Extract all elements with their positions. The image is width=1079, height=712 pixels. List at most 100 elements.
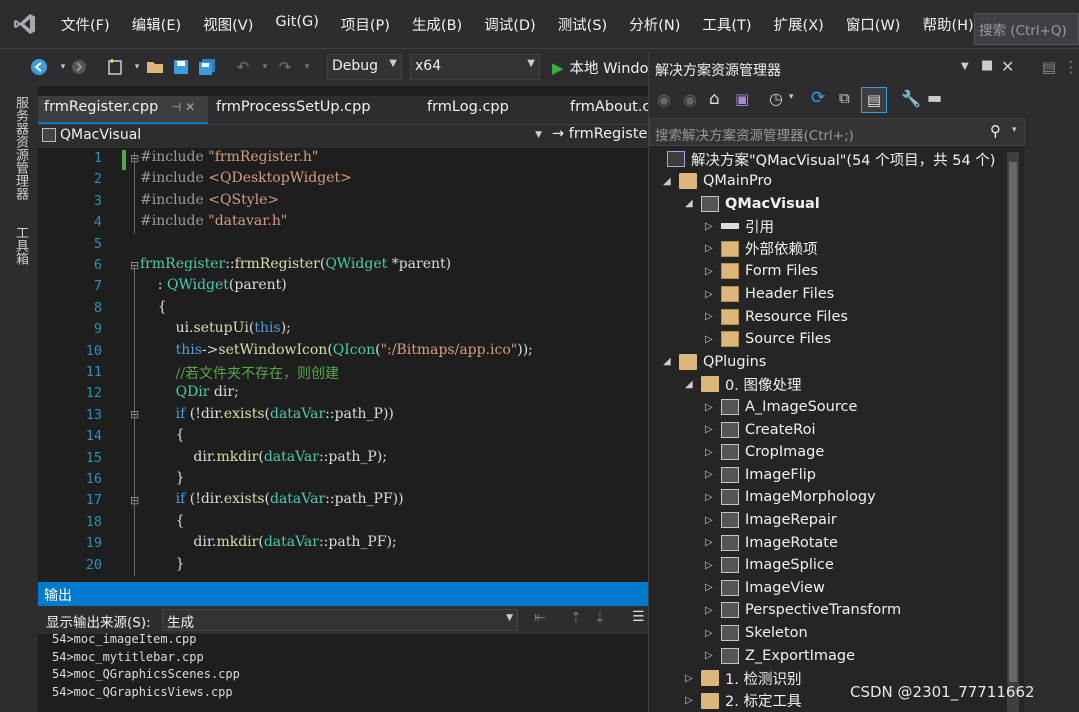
sync-icon[interactable]: ⟳ bbox=[811, 88, 825, 108]
quick-search-input[interactable]: 搜索 (Ctrl+Q) bbox=[974, 13, 1079, 45]
expanded-arrow-icon[interactable]: ◢ bbox=[663, 176, 677, 187]
save-all-icon[interactable] bbox=[196, 56, 218, 78]
fold-toggle-icon[interactable]: ⊟ bbox=[130, 494, 139, 507]
pin-close-icon[interactable]: ⊣ ✕ bbox=[171, 100, 195, 114]
new-project-icon[interactable] bbox=[104, 56, 126, 78]
properties-icon[interactable]: 🔧 bbox=[901, 89, 921, 108]
tree-item[interactable]: ▷ Form Files bbox=[705, 260, 818, 282]
collapsed-arrow-icon[interactable]: ▷ bbox=[705, 424, 719, 435]
redo-dropdown-icon[interactable]: ▾ bbox=[296, 56, 318, 78]
collapsed-arrow-icon[interactable]: ▷ bbox=[705, 628, 719, 639]
open-folder-icon[interactable] bbox=[144, 56, 166, 78]
fold-toggle-icon[interactable]: ⊟ bbox=[130, 408, 139, 421]
collapse-all-icon[interactable]: ⧉ bbox=[839, 89, 850, 107]
start-debug-button[interactable]: ▶ 本地 Windo bbox=[552, 57, 648, 78]
tab-frmregister[interactable]: frmRegister.cpp ⊣ ✕ bbox=[38, 96, 208, 124]
collapsed-arrow-icon[interactable]: ▷ bbox=[705, 311, 719, 322]
menu-item[interactable]: 编辑(E) bbox=[121, 14, 192, 35]
menu-item[interactable]: 测试(S) bbox=[547, 14, 619, 35]
redo-icon[interactable]: ↷ bbox=[274, 56, 296, 78]
output-source-select[interactable]: 生成 ▼ bbox=[162, 609, 518, 631]
platform-select[interactable]: x64 ▼ bbox=[410, 54, 540, 80]
search-options-icon[interactable]: ▾ bbox=[1012, 125, 1017, 135]
fold-toggle-icon[interactable]: ⊟ bbox=[130, 152, 139, 165]
toolbar-overflow-icon[interactable]: ▤ bbox=[1038, 56, 1060, 78]
collapsed-arrow-icon[interactable]: ▷ bbox=[705, 243, 719, 254]
collapsed-arrow-icon[interactable]: ▷ bbox=[685, 695, 699, 706]
menu-item[interactable]: 调试(D) bbox=[473, 14, 546, 35]
collapsed-arrow-icon[interactable]: ▷ bbox=[705, 334, 719, 345]
expanded-arrow-icon[interactable]: ◢ bbox=[685, 198, 699, 209]
menu-item[interactable]: 工具(T) bbox=[691, 14, 762, 35]
collapsed-arrow-icon[interactable]: ▷ bbox=[705, 582, 719, 593]
tree-item[interactable]: ▷ 2. 标定工具 bbox=[685, 690, 801, 712]
collapsed-arrow-icon[interactable]: ▷ bbox=[705, 402, 719, 413]
tree-item[interactable]: ▷ 1. 检测识别 bbox=[685, 667, 801, 689]
tab-frmabout[interactable]: frmAbout.c bbox=[564, 96, 650, 124]
server-explorer-tab[interactable]: 服务器资源管理器 bbox=[10, 96, 28, 200]
configuration-select[interactable]: Debug ▼ bbox=[327, 54, 402, 80]
tab-frmlog[interactable]: frmLog.cpp bbox=[421, 96, 509, 124]
member-select[interactable]: → frmRegiste bbox=[552, 126, 647, 142]
collapsed-arrow-icon[interactable]: ▷ bbox=[685, 673, 699, 684]
toolbar-options-icon[interactable]: ⋮ bbox=[1060, 56, 1079, 78]
search-icon[interactable]: ⚲ bbox=[990, 122, 1001, 140]
menu-item[interactable]: 窗口(W) bbox=[835, 14, 912, 35]
solution-node[interactable]: 解决方案"QMacVisual"(54 个项目，共 54 个) bbox=[665, 148, 995, 170]
undo-icon[interactable]: ↶ bbox=[232, 56, 254, 78]
tree-item[interactable]: ▷ 引用 bbox=[705, 215, 774, 237]
tree-item[interactable]: ▷ ImageView bbox=[705, 577, 825, 599]
tree-item[interactable]: ▷ CropImage bbox=[705, 441, 824, 463]
visual-studio-logo-icon[interactable] bbox=[0, 0, 50, 48]
forward-icon[interactable] bbox=[68, 56, 90, 78]
toolbox-tab[interactable]: 工具箱 bbox=[10, 226, 28, 265]
next-message-icon[interactable]: ⇣ bbox=[594, 610, 606, 626]
window-position-icon[interactable]: ▼ bbox=[961, 61, 969, 72]
expanded-arrow-icon[interactable]: ◢ bbox=[685, 379, 699, 390]
collapsed-arrow-icon[interactable]: ▷ bbox=[705, 560, 719, 571]
tree-item[interactable]: ▷ ImageMorphology bbox=[705, 486, 876, 508]
tree-item[interactable]: ▷ Z_ExportImage bbox=[705, 645, 855, 667]
collapsed-arrow-icon[interactable]: ▷ bbox=[705, 447, 719, 458]
collapsed-arrow-icon[interactable]: ▷ bbox=[705, 650, 719, 661]
tree-item[interactable]: ▷ Skeleton bbox=[705, 622, 808, 644]
tree-item[interactable]: ◢ QMacVisual bbox=[685, 193, 820, 215]
maximize-icon[interactable]: ■ bbox=[981, 58, 993, 73]
tree-item[interactable]: ▷ A_ImageSource bbox=[705, 396, 857, 418]
save-icon[interactable] bbox=[170, 56, 192, 78]
preview-icon[interactable]: ▬ bbox=[927, 88, 942, 107]
forward-icon[interactable]: ◉ bbox=[683, 90, 697, 109]
tree-item[interactable]: ▷ ImageFlip bbox=[705, 464, 816, 486]
prev-message-icon[interactable]: ⇡ bbox=[570, 610, 582, 626]
menu-item[interactable]: 视图(V) bbox=[192, 14, 264, 35]
pending-changes-icon[interactable]: ◷ bbox=[769, 89, 783, 108]
expanded-arrow-icon[interactable]: ◢ bbox=[663, 356, 677, 367]
clear-all-icon[interactable]: ☰ bbox=[632, 609, 645, 625]
menu-item[interactable]: 扩展(X) bbox=[763, 14, 835, 35]
menu-item[interactable]: 生成(B) bbox=[401, 14, 473, 35]
tree-item[interactable]: ▷ ImageRotate bbox=[705, 532, 838, 554]
show-all-files-icon[interactable]: ▤ bbox=[861, 87, 887, 113]
collapsed-arrow-icon[interactable]: ▷ bbox=[705, 266, 719, 277]
tree-item[interactable]: ▷ ImageRepair bbox=[705, 509, 837, 531]
find-message-icon[interactable]: ⇤ bbox=[534, 610, 546, 626]
tree-item[interactable]: ▷ Header Files bbox=[705, 283, 834, 305]
solution-scrollbar[interactable] bbox=[1007, 152, 1019, 712]
menu-item[interactable]: 项目(P) bbox=[330, 14, 401, 35]
menu-item[interactable]: 分析(N) bbox=[618, 14, 691, 35]
back-icon[interactable] bbox=[28, 56, 50, 78]
solution-search-input[interactable]: 搜索解决方案资源管理器(Ctrl+;) ⚲ ▾ bbox=[649, 118, 1025, 146]
collapsed-arrow-icon[interactable]: ▷ bbox=[705, 221, 719, 232]
collapsed-arrow-icon[interactable]: ▷ bbox=[705, 605, 719, 616]
collapsed-arrow-icon[interactable]: ▷ bbox=[705, 537, 719, 548]
tree-item[interactable]: ◢ QPlugins bbox=[663, 351, 766, 373]
tree-item[interactable]: ▷ Source Files bbox=[705, 328, 831, 350]
tree-item[interactable]: ▷ CreateRoi bbox=[705, 419, 816, 441]
collapsed-arrow-icon[interactable]: ▷ bbox=[705, 289, 719, 300]
tree-item[interactable]: ▷ ImageSplice bbox=[705, 554, 834, 576]
chevron-down-icon[interactable]: ▾ bbox=[789, 92, 794, 102]
code-editor[interactable]: ⊟ ⊟ ⊟ ⊟ 1 2 3 4 5 6 7 8 9 10 11 12 13 14 15 16 17 18 19 20 … bbox=[38, 148, 650, 578]
menu-item[interactable]: Git(G) bbox=[264, 14, 330, 35]
scrollbar-thumb[interactable] bbox=[1009, 162, 1017, 682]
collapsed-arrow-icon[interactable]: ▷ bbox=[705, 492, 719, 503]
